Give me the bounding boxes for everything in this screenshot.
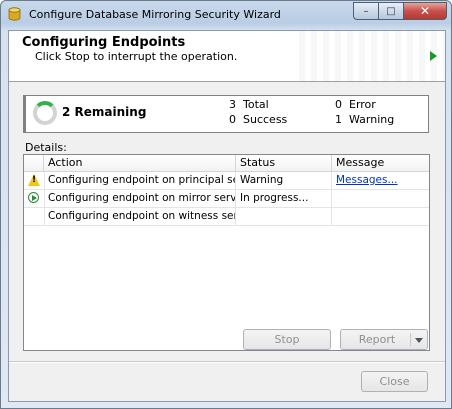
action-column-header[interactable]: Action (44, 155, 236, 171)
report-button[interactable]: Report (340, 329, 428, 350)
total-label: Total (243, 98, 269, 111)
row-icon-cell: ! (24, 172, 45, 189)
action-cell: Configuring endpoint on witness server(.… (44, 208, 236, 225)
in-progress-icon (28, 192, 39, 203)
success-label: Success (243, 113, 288, 126)
maximize-button[interactable]: □ (379, 2, 404, 20)
chevron-down-icon[interactable] (415, 338, 423, 343)
minimize-button[interactable]: – (353, 2, 379, 20)
message-cell: Messages... (332, 172, 429, 189)
error-count: 0 (335, 98, 342, 111)
wizard-page: Configuring Endpoints Click Stop to inte… (8, 30, 446, 402)
messages-link[interactable]: Messages... (336, 174, 398, 186)
row-icon-cell (24, 208, 45, 225)
close-button-label: Close (379, 375, 410, 388)
progress-summary: 2 Remaining 3 Total 0 Success 0 Error 1 Warn… (23, 95, 429, 133)
stop-button-label: Stop (274, 333, 300, 346)
close-window-button[interactable]: ✕ (404, 2, 447, 20)
status-cell (236, 208, 332, 225)
warning-label: Warning (349, 113, 395, 126)
table-row[interactable]: Configuring endpoint on witness server(.… (24, 208, 429, 226)
action-cell: Configuring endpoint on principal server… (44, 172, 236, 189)
remaining-count: 2 Remaining (62, 105, 147, 119)
window-title: Configure Database Mirroring Security Wi… (29, 8, 281, 21)
error-label: Error (349, 98, 376, 111)
success-count: 0 (229, 113, 236, 126)
icon-column-header[interactable] (24, 155, 44, 171)
grid-header: Action Status Message (24, 155, 429, 172)
status-column-header[interactable]: Status (236, 155, 332, 171)
warning-count: 1 (335, 113, 342, 126)
dropdown-separator (410, 333, 411, 346)
success-stat: 0 Success (222, 113, 287, 126)
table-row[interactable]: Configuring endpoint on mirror server(S1… (24, 190, 429, 208)
message-cell (332, 190, 429, 207)
table-row[interactable]: ! Configuring endpoint on principal serv… (24, 172, 429, 190)
play-arrow-icon (430, 51, 437, 61)
details-grid[interactable]: Action Status Message ! Configuring endp… (23, 154, 430, 351)
row-icon-cell (24, 190, 45, 207)
wizard-window: Configure Database Mirroring Security Wi… (0, 0, 452, 409)
total-stat: 3 Total (222, 98, 269, 111)
report-button-label: Report (358, 333, 396, 346)
total-count: 3 (229, 98, 236, 111)
page-subtitle: Click Stop to interrupt the operation. (35, 50, 238, 63)
status-cell: Warning (236, 172, 332, 189)
page-header: Configuring Endpoints Click Stop to inte… (9, 31, 445, 82)
warning-mark: ! (32, 175, 37, 185)
progress-spinner-icon (33, 101, 57, 125)
status-cell: In progress... (236, 190, 332, 207)
footer-divider (9, 361, 445, 363)
caption-buttons: – □ ✕ (353, 2, 447, 21)
header-banner-graphic (299, 31, 445, 81)
message-column-header[interactable]: Message (332, 155, 429, 171)
stop-button[interactable]: Stop (243, 329, 331, 350)
warning-stat: 1 Warning (328, 113, 394, 126)
page-title: Configuring Endpoints (22, 35, 186, 50)
message-cell (332, 208, 429, 225)
error-stat: 0 Error (328, 98, 376, 111)
details-label: Details: (25, 141, 67, 154)
database-icon (8, 7, 21, 21)
action-cell: Configuring endpoint on mirror server(S1… (44, 190, 236, 207)
title-bar[interactable]: Configure Database Mirroring Security Wi… (1, 1, 451, 29)
close-button[interactable]: Close (361, 371, 428, 392)
